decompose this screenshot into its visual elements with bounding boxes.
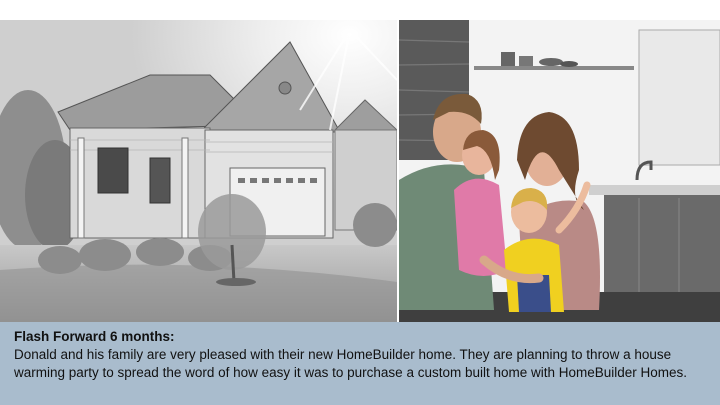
caption-title: Flash Forward 6 months: [14, 329, 175, 344]
caption-box: Flash Forward 6 months: Donald and his f… [0, 322, 720, 405]
caption-body: Donald and his family are very pleased w… [14, 347, 688, 380]
family-illustration [399, 20, 720, 322]
house-illustration [0, 20, 397, 322]
